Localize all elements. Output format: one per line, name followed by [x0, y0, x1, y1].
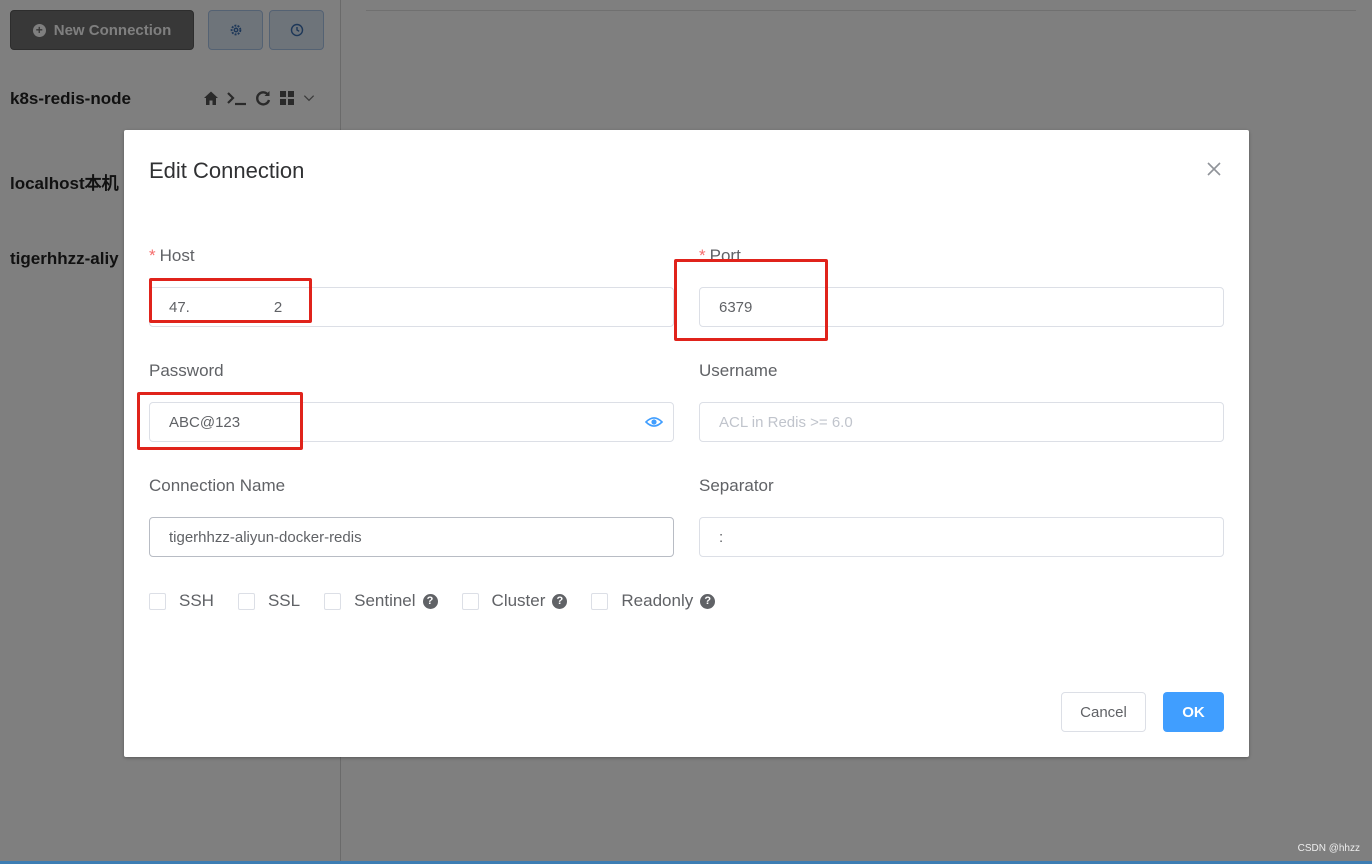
ssl-checkbox[interactable]: SSL: [237, 591, 301, 611]
host-label: * Host: [149, 246, 195, 266]
help-icon[interactable]: ?: [700, 593, 716, 609]
sentinel-label: Sentinel: [354, 591, 416, 610]
close-button[interactable]: [1205, 160, 1223, 178]
ssh-label: SSH: [179, 591, 214, 610]
ok-button[interactable]: OK: [1163, 692, 1224, 732]
username-input[interactable]: ACL in Redis >= 6.0: [699, 402, 1224, 442]
annotation-box-port: [674, 259, 828, 341]
password-label: Password: [149, 361, 224, 380]
eye-icon[interactable]: [645, 415, 663, 429]
readonly-label: Readonly: [621, 591, 694, 610]
checkbox-box[interactable]: [461, 592, 479, 610]
cluster-checkbox[interactable]: Cluster ?: [461, 591, 568, 611]
username-placeholder: ACL in Redis >= 6.0: [719, 413, 853, 431]
annotation-box-password: [137, 392, 303, 450]
ssh-checkbox[interactable]: SSH: [149, 591, 214, 611]
ssl-label: SSL: [267, 591, 301, 610]
readonly-checkbox[interactable]: Readonly ?: [591, 591, 716, 611]
close-icon: [1207, 162, 1221, 176]
watermark: CSDN @hhzz: [1297, 843, 1360, 854]
help-icon[interactable]: ?: [552, 593, 568, 609]
separator-input[interactable]: :: [699, 517, 1224, 557]
cluster-label: Cluster: [491, 591, 546, 610]
sentinel-checkbox[interactable]: Sentinel ?: [324, 591, 438, 611]
separator-value: :: [719, 528, 724, 546]
username-label: Username: [699, 361, 778, 380]
options-row: SSH SSL Sentinel ? Cluster ? Readonly ?: [149, 591, 739, 611]
annotation-box-host: [149, 278, 312, 323]
connection-name-input[interactable]: tigerhhzz-aliyun-docker-redis: [149, 517, 674, 557]
connection-name-label: Connection Name: [149, 476, 286, 495]
checkbox-box[interactable]: [237, 592, 255, 610]
checkbox-box[interactable]: [149, 592, 166, 610]
help-icon[interactable]: ?: [422, 593, 438, 609]
checkbox-box[interactable]: [591, 592, 609, 610]
connection-name-value: tigerhhzz-aliyun-docker-redis: [169, 528, 362, 546]
checkbox-box[interactable]: [324, 592, 342, 610]
host-label-text: Host: [159, 246, 195, 265]
required-mark: *: [149, 246, 156, 265]
separator-label: Separator: [699, 476, 774, 495]
cancel-button[interactable]: Cancel: [1061, 692, 1146, 732]
dialog-title: Edit Connection: [149, 158, 305, 183]
